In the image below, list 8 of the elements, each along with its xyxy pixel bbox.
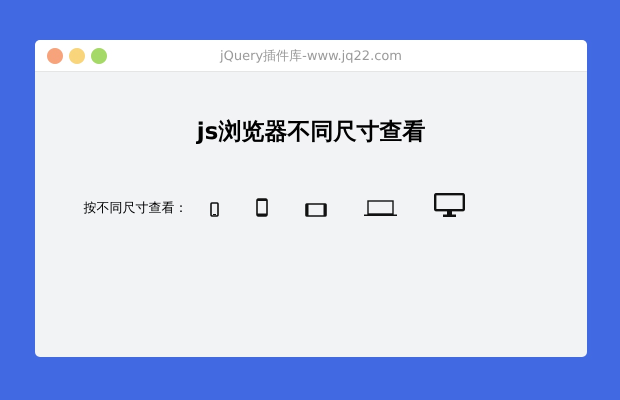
laptop-icon[interactable] bbox=[364, 200, 396, 217]
tablet-icon[interactable] bbox=[304, 203, 326, 217]
size-label: 按不同尺寸查看： bbox=[84, 201, 188, 217]
monitor-icon[interactable] bbox=[434, 193, 464, 217]
phone-icon[interactable] bbox=[256, 198, 268, 217]
window-title: jQuery插件库-www.jq22.com bbox=[220, 48, 402, 64]
phone-icon[interactable] bbox=[210, 202, 218, 217]
page-heading: js浏览器不同尺寸查看 bbox=[196, 118, 426, 147]
